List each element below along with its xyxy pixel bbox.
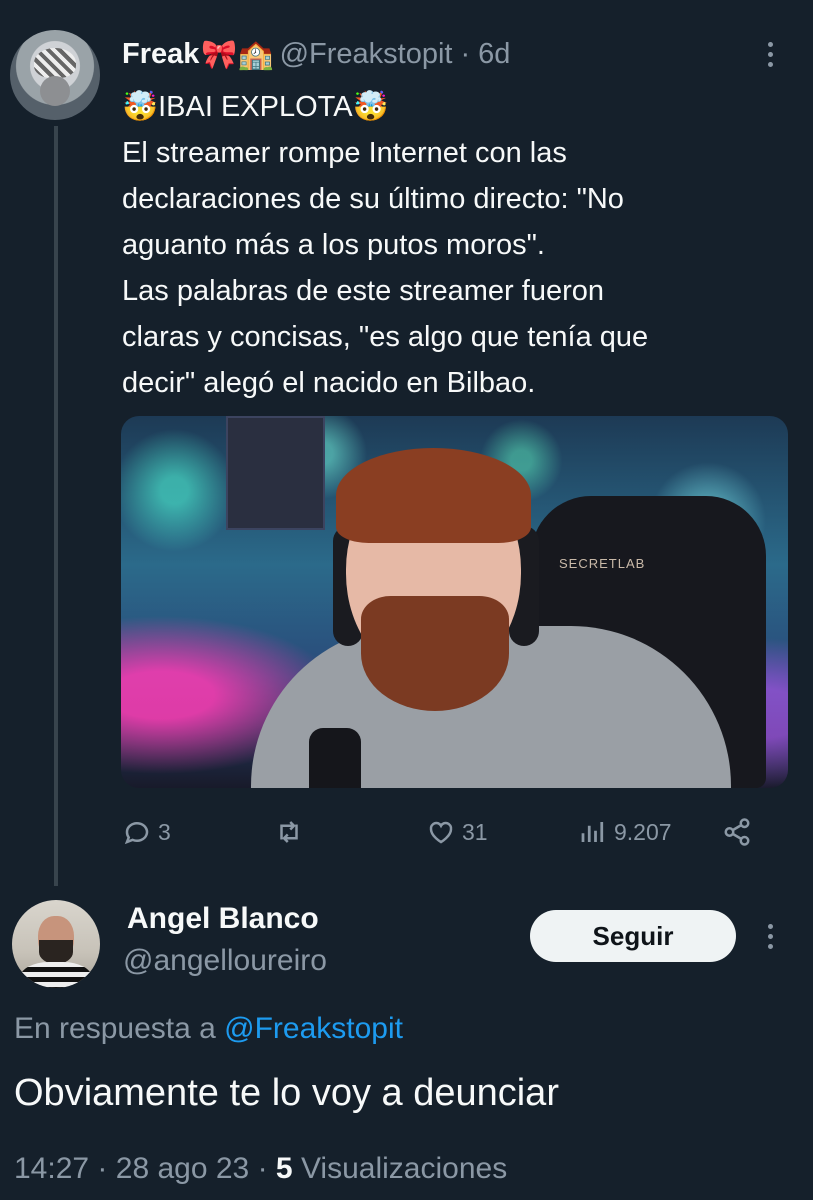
retweet-button[interactable] [274,812,310,852]
tweet-line-2: El streamer rompe Internet con las [122,137,567,169]
like-icon [429,821,453,844]
display-name[interactable]: Freak [122,38,199,71]
avatar-angel[interactable] [12,900,100,988]
replying-prefix: En respuesta a [14,1012,216,1045]
avatar-freak[interactable] [10,30,100,120]
meta-separator: · [257,1152,268,1185]
reply-text: Obviamente te lo voy a deunciar [14,1072,559,1114]
avatar-beard [39,940,73,964]
share-button[interactable] [722,812,752,852]
thread-line [54,126,58,886]
tweet-actions: 3 31 9.207 [122,812,772,852]
microphone [309,728,361,788]
tweet-line-5: Las palabras de este streamer fueron [122,275,604,307]
tweet-line-7: decir" alegó el nacido en Bilbao. [122,367,536,399]
more-icon[interactable] [755,34,785,74]
views-label[interactable]: Visualizaciones [301,1152,507,1185]
views-icon [581,822,604,842]
tweet-text: 🤯IBAI EXPLOTA🤯 El streamer rompe Interne… [122,84,792,406]
wall-poster [226,416,325,530]
person-hair [336,448,531,543]
name-emojis: 🎀🏫 [201,36,274,71]
tweet-header: Freak 🎀🏫 @Freakstopit · 6d [122,34,510,74]
timestamp[interactable]: 6d [478,38,510,71]
handle[interactable]: @Freakstopit [280,38,453,71]
views-count: 5 [275,1152,293,1185]
person-beard [361,596,509,711]
follow-button[interactable]: Seguir [530,910,736,962]
tweet-line-6: claras y concisas, "es algo que tenía qu… [122,321,649,353]
views-count: 9.207 [614,818,672,845]
reply-handle[interactable]: @angelloureiro [123,944,327,978]
views-button[interactable]: 9.207 [578,812,672,852]
more-icon[interactable] [755,916,785,956]
tweet-line-3: declaraciones de su último directo: "No [122,183,624,215]
separator: · [460,37,471,70]
avatar-shirt [20,962,92,988]
reply-meta: 14:27 · 28 ago 23 · 5 Visualizaciones [14,1152,507,1186]
reply-display-name[interactable]: Angel Blanco [127,902,319,936]
share-icon [724,818,750,846]
tweet-line-4: aguanto más a los putos moros". [122,229,545,261]
chair-logo-text: SECRETLAB [559,556,646,571]
replying-to: En respuesta a @Freakstopit [14,1012,403,1046]
reply-date[interactable]: 28 ago 23 [116,1152,249,1185]
avatar-hat [34,48,76,78]
avatar-face [40,76,70,106]
tweet-line-1: 🤯IBAI EXPLOTA🤯 [122,91,389,123]
reply-count: 3 [158,818,171,845]
meta-separator: · [97,1152,108,1185]
retweet-icon [280,821,298,843]
reply-icon [124,822,149,845]
reply-time[interactable]: 14:27 [14,1152,89,1185]
replying-mention[interactable]: @Freakstopit [224,1012,403,1045]
tweet-media-image[interactable]: SECRETLAB [121,416,788,788]
like-count: 31 [462,818,488,845]
reply-button[interactable]: 3 [122,812,171,852]
like-button[interactable]: 31 [426,812,488,852]
